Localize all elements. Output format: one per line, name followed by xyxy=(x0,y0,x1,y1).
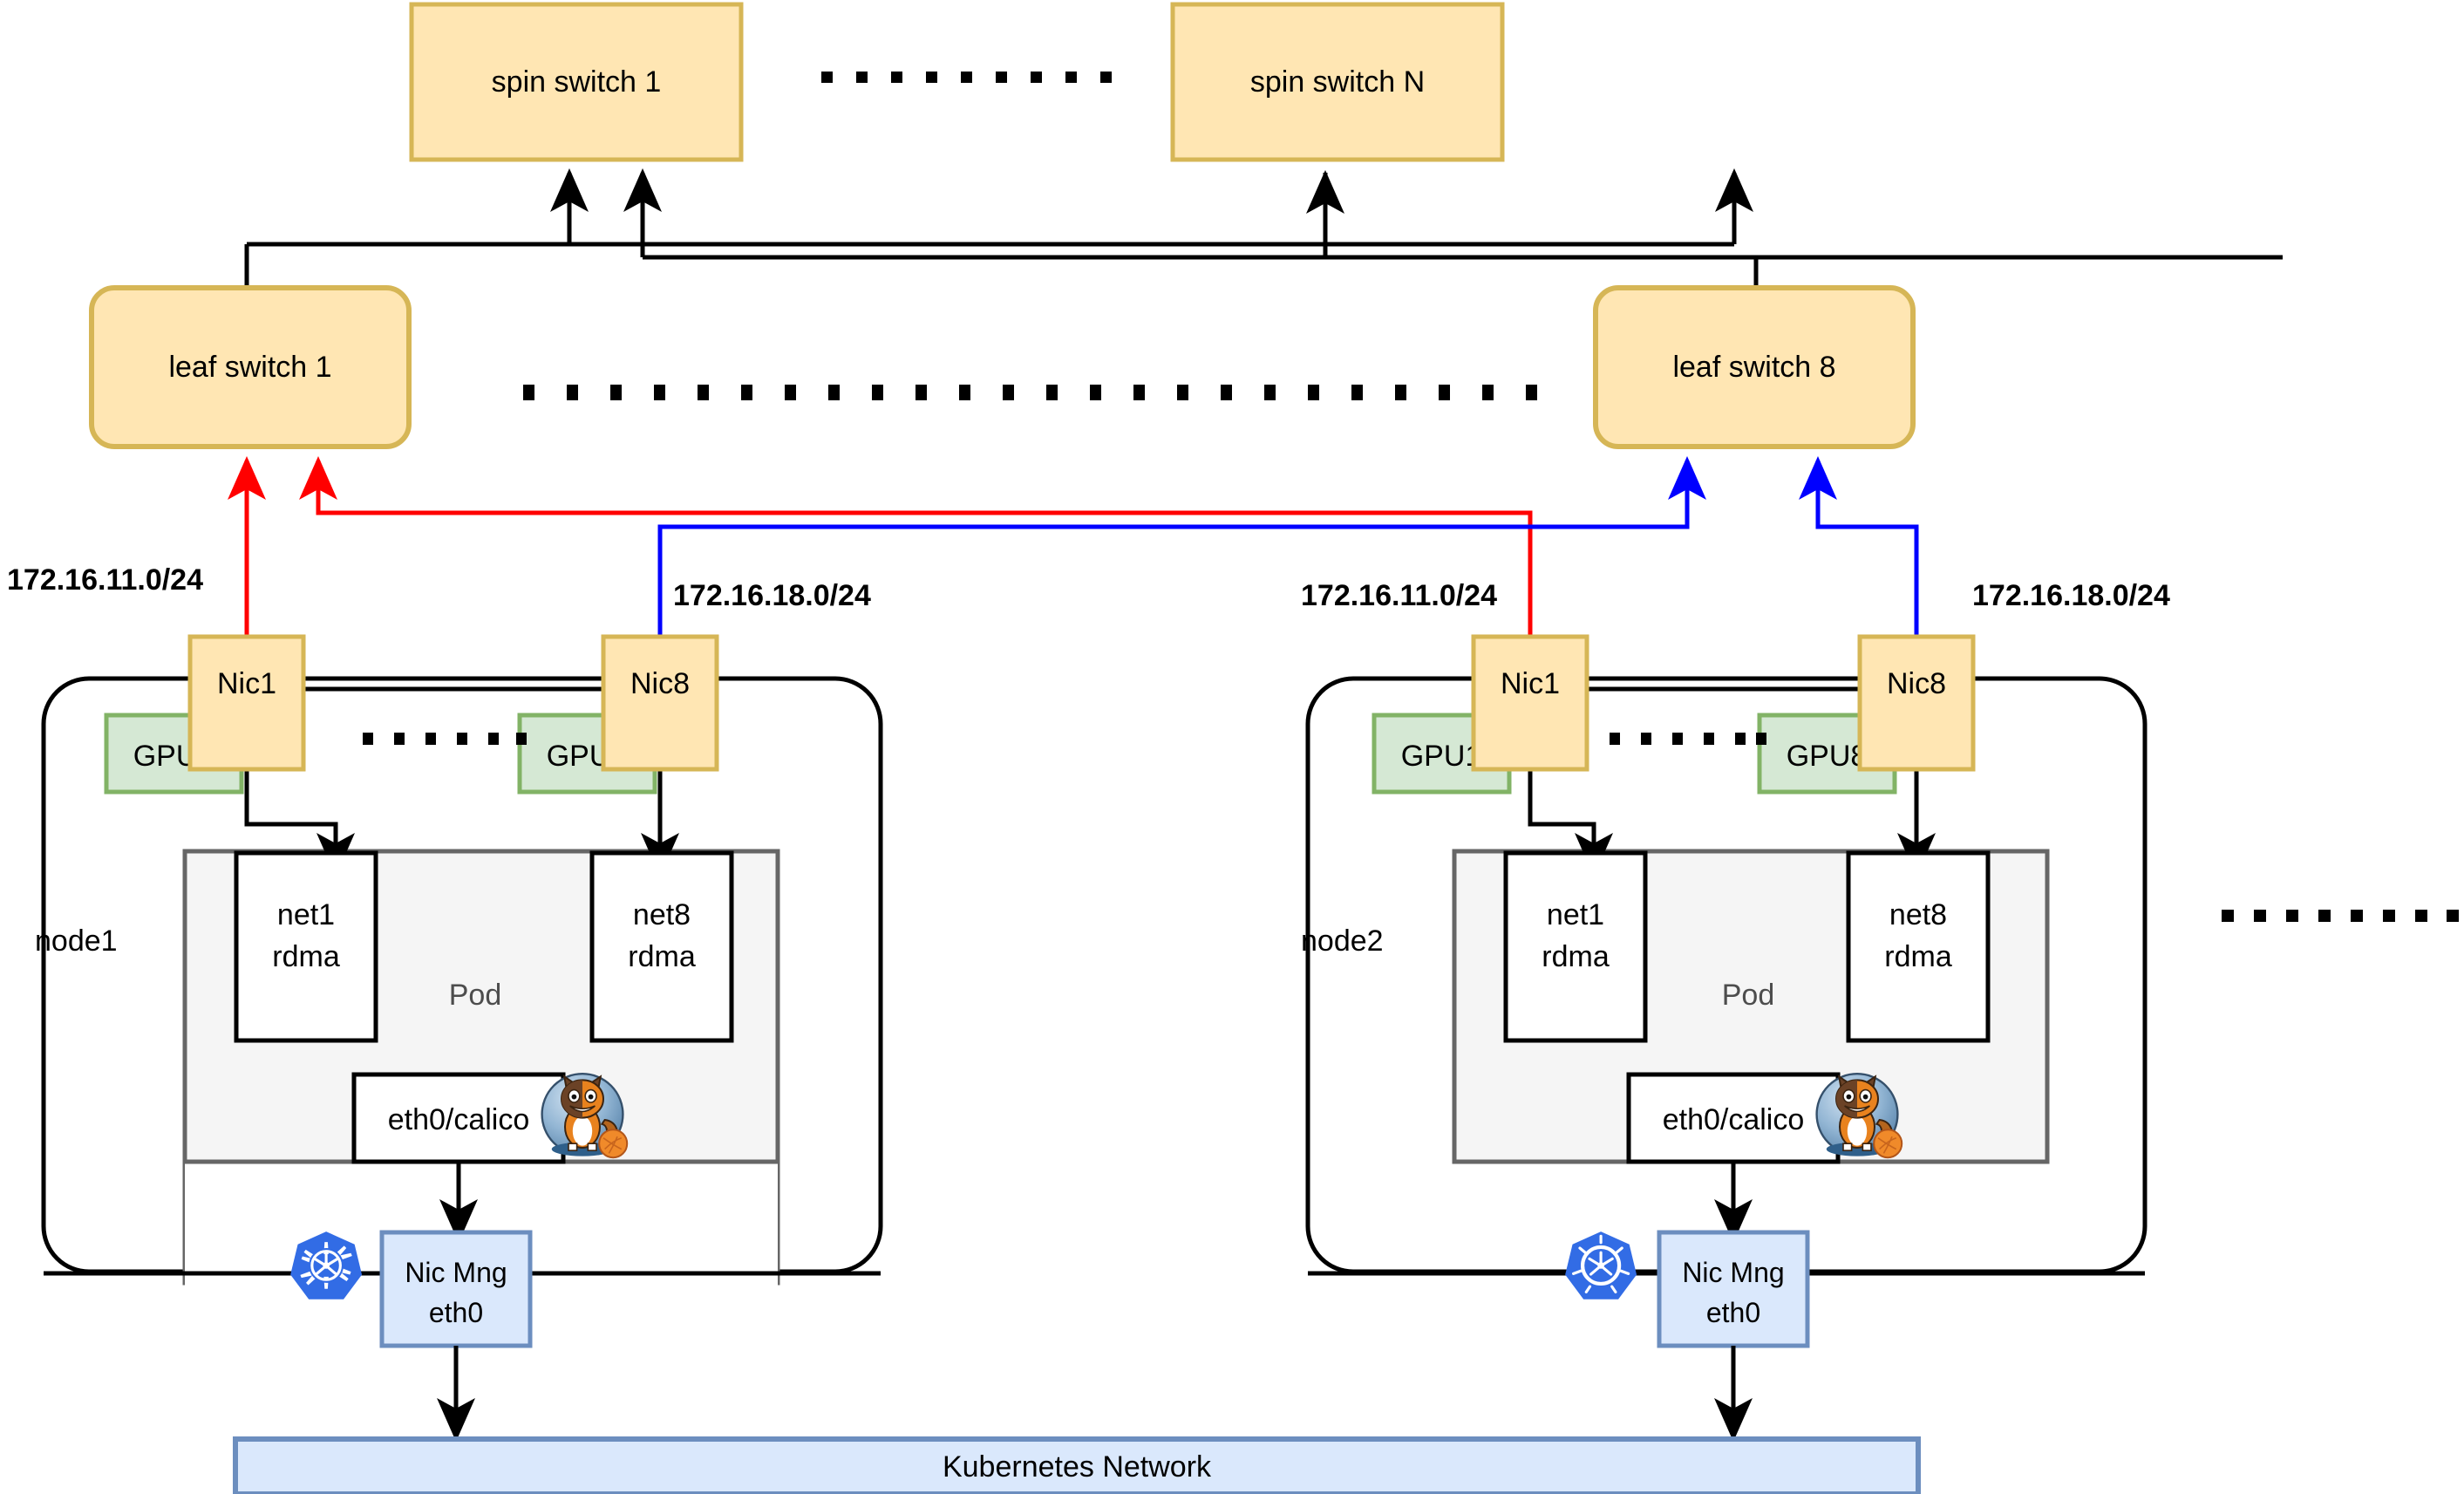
kubernetes-network-label: Kubernetes Network xyxy=(943,1450,1212,1484)
node2-nic-mng[interactable]: Nic Mng eth0 xyxy=(1657,1230,1810,1348)
leaf-switch-8[interactable]: leaf switch 8 xyxy=(1593,285,1916,449)
node2-net8-rdma[interactable]: net8 rdma xyxy=(1846,850,1991,1043)
spine-switch-1[interactable]: spin switch 1 xyxy=(409,2,744,162)
node1-nic-mng-line1: Nic Mng xyxy=(405,1257,507,1288)
node1-net1-line2: rdma xyxy=(272,940,340,973)
node1-pod-label: Pod xyxy=(449,979,502,1012)
node2-net8-line1: net8 xyxy=(1889,898,1947,931)
node2-eth0-calico[interactable]: eth0/calico xyxy=(1626,1072,1841,1164)
node2-nic-mng-line1: Nic Mng xyxy=(1682,1257,1784,1288)
spine-switch-n-label: spin switch N xyxy=(1250,65,1425,99)
node1-net8-line1: net8 xyxy=(633,898,691,931)
node2-net1-line2: rdma xyxy=(1542,940,1610,973)
node1-nic8-label: Nic8 xyxy=(630,667,690,700)
diagram-canvas: spin switch 1 spin switch N leaf switch … xyxy=(0,0,2464,1494)
leaf-ellipsis xyxy=(523,385,1537,400)
node2-eth0-calico-label: eth0/calico xyxy=(1663,1103,1805,1136)
subnet-label-node2-blue: 172.16.18.0/24 xyxy=(1972,579,2170,612)
node2-nic8[interactable]: Nic8 xyxy=(1857,634,1976,772)
subnet-label-node1-red: 172.16.11.0/24 xyxy=(7,563,203,597)
node1-nic-mng-line2: eth0 xyxy=(429,1297,483,1328)
node1-eth0-calico-label: eth0/calico xyxy=(388,1103,530,1136)
node1-nic1[interactable]: Nic1 xyxy=(187,634,306,772)
node1-net8-rdma[interactable]: net8 rdma xyxy=(589,850,734,1043)
node1-eth0-calico[interactable]: eth0/calico xyxy=(351,1072,566,1164)
spine-ellipsis xyxy=(821,72,1112,83)
node2-net1-line1: net1 xyxy=(1547,898,1604,931)
spine-switch-n[interactable]: spin switch N xyxy=(1170,2,1505,162)
node2-gpu1-label: GPU1 xyxy=(1401,740,1482,773)
node2-nic1-label: Nic1 xyxy=(1501,667,1560,700)
node2-label: node2 xyxy=(1301,924,1384,958)
subnet-label-node1-blue: 172.16.18.0/24 xyxy=(673,579,871,612)
leaf-switch-8-label: leaf switch 8 xyxy=(1672,351,1835,384)
node2-gpu8-label: GPU8 xyxy=(1787,740,1868,773)
kubernetes-network-bar[interactable]: Kubernetes Network xyxy=(233,1436,1921,1494)
node1-nic-mng[interactable]: Nic Mng eth0 xyxy=(379,1230,533,1348)
node2-net1-rdma[interactable]: net1 rdma xyxy=(1503,850,1648,1043)
node2-nic8-label: Nic8 xyxy=(1887,667,1946,700)
leaf-switch-1[interactable]: leaf switch 1 xyxy=(89,285,412,449)
subnet-label-node2-red: 172.16.11.0/24 xyxy=(1301,579,1497,612)
spine-switch-1-label: spin switch 1 xyxy=(492,65,662,99)
leaf-to-spine-links xyxy=(244,168,2283,288)
node2-pod-label: Pod xyxy=(1722,979,1775,1012)
node2-nic-mng-line2: eth0 xyxy=(1706,1297,1760,1328)
node1-nic1-label: Nic1 xyxy=(217,667,276,700)
node-ellipsis xyxy=(2222,910,2459,922)
node1-net1-line1: net1 xyxy=(277,898,335,931)
topology-svg: spin switch 1 spin switch N leaf switch … xyxy=(7,2,2459,1494)
node1-label: node1 xyxy=(35,924,118,958)
node1-nic8[interactable]: Nic8 xyxy=(601,634,719,772)
node1-net1-rdma[interactable]: net1 rdma xyxy=(234,850,378,1043)
node2-net8-line2: rdma xyxy=(1884,940,1952,973)
node1-net8-line2: rdma xyxy=(628,940,696,973)
leaf-switch-1-label: leaf switch 1 xyxy=(168,351,331,384)
node2-nic1[interactable]: Nic1 xyxy=(1471,634,1589,772)
